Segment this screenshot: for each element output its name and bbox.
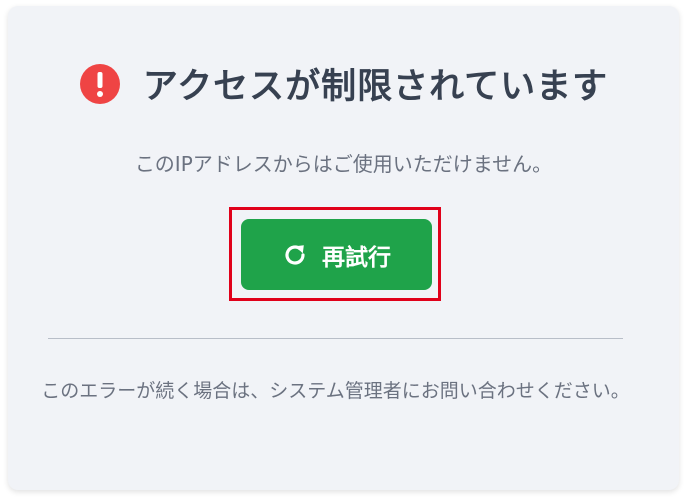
- retry-button[interactable]: 再試行: [241, 219, 432, 290]
- refresh-icon: [282, 242, 308, 268]
- divider: [48, 338, 623, 339]
- error-message: このIPアドレスからはご使用いただけません。: [134, 152, 553, 176]
- alert-circle-icon: [79, 63, 121, 105]
- page-title: アクセスが制限されています: [142, 67, 609, 107]
- retry-button-label: 再試行: [322, 243, 391, 270]
- title-row: アクセスが制限されています: [8, 58, 679, 109]
- footer-note: このエラーが続く場合は、システム管理者にお問い合わせください。: [41, 380, 630, 402]
